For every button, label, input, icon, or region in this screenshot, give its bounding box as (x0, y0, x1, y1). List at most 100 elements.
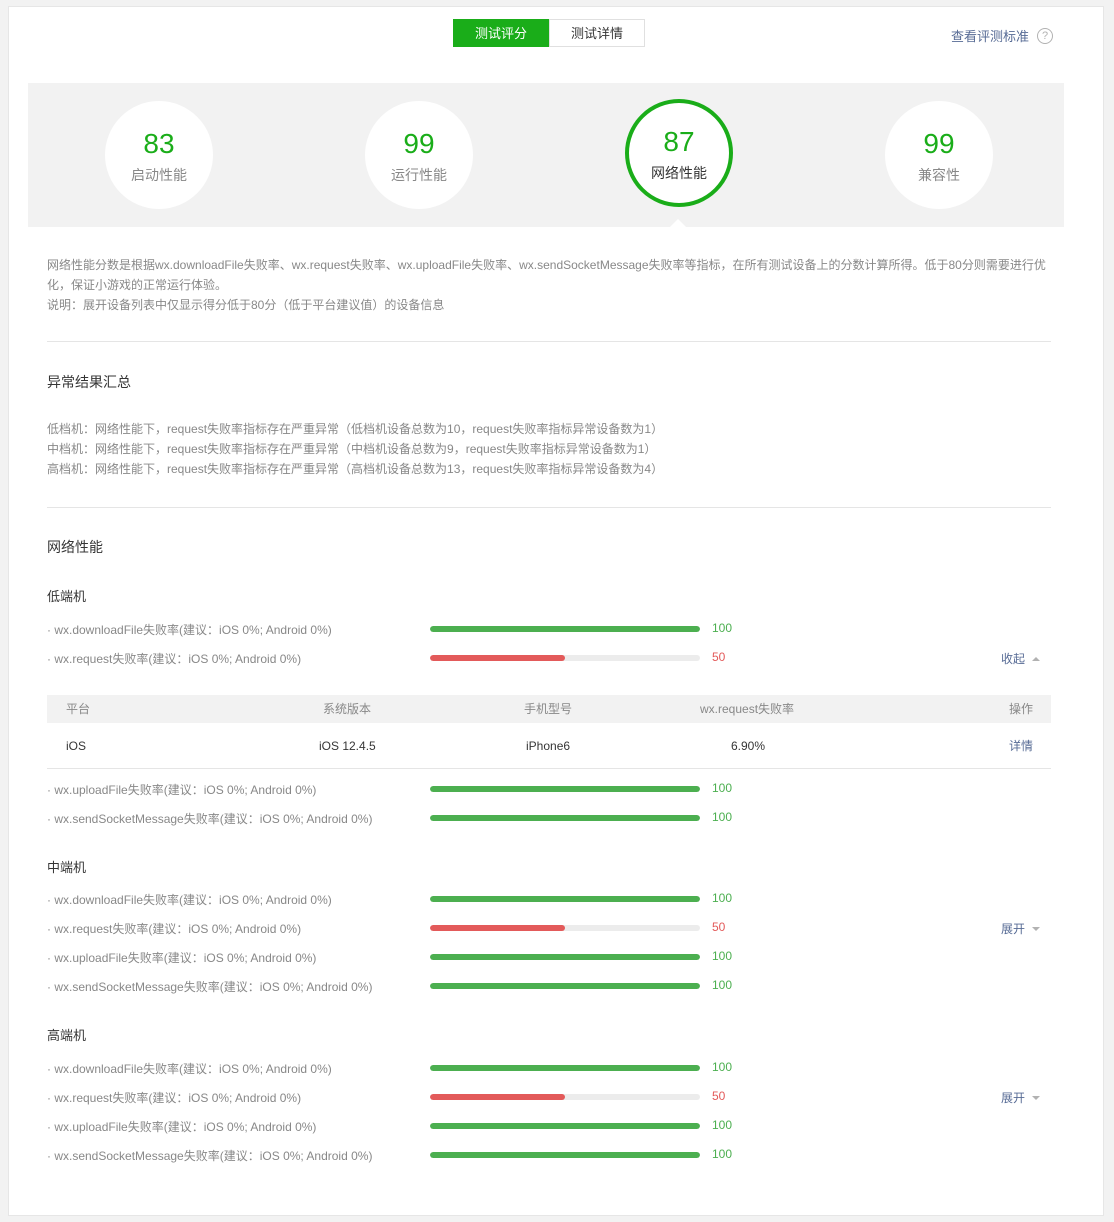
table-row: iOS iOS 12.4.5 iPhone6 6.90% 详情 (47, 723, 1051, 769)
th-request-failure: wx.request失败率 (700, 702, 795, 716)
summary-line-high: 高档机：网络性能下，request失败率指标存在严重异常（高档机设备总数为13，… (47, 462, 664, 476)
active-score-pointer (670, 219, 686, 227)
metric-bar-fill (430, 1094, 565, 1100)
expand-toggle-mid[interactable]: 展开 (1001, 920, 1041, 937)
score-label: 兼容性 (918, 167, 960, 183)
divider (47, 507, 1051, 508)
metric-bar (430, 1123, 700, 1129)
metric-name: · wx.uploadFile失败率(建议：iOS 0%; Android 0%… (47, 951, 317, 965)
th-phone-model: 手机型号 (524, 702, 573, 716)
metric-row: · wx.request失败率(建议：iOS 0%; Android 0%) 5… (47, 1089, 1051, 1105)
metric-bar (430, 626, 700, 632)
metric-bar (430, 815, 700, 821)
summary-line-mid: 中档机：网络性能下，request失败率指标存在严重异常（中档机设备总数为9，r… (47, 442, 657, 456)
metric-bar (430, 954, 700, 960)
metric-bar (430, 1094, 700, 1100)
metric-bar (430, 786, 700, 792)
tier-mid-title: 中端机 (47, 860, 87, 875)
metric-name: · wx.downloadFile失败率(建议：iOS 0%; Android … (47, 1062, 332, 1076)
caret-up-icon (1032, 656, 1041, 661)
metric-row: · wx.downloadFile失败率(建议：iOS 0%; Android … (47, 621, 1051, 637)
th-action: 操作 (1009, 702, 1034, 716)
metric-row: · wx.sendSocketMessage失败率(建议：iOS 0%; And… (47, 1147, 1051, 1163)
details-link[interactable]: 详情 (1009, 723, 1033, 769)
tier-high-title: 高端机 (47, 1028, 87, 1043)
metric-bar-fill (430, 925, 565, 931)
metric-value: 100 (712, 621, 733, 635)
metric-name: · wx.sendSocketMessage失败率(建议：iOS 0%; And… (47, 812, 373, 826)
metric-row: · wx.sendSocketMessage失败率(建议：iOS 0%; And… (47, 978, 1051, 994)
cell-os-version: iOS 12.4.5 (319, 739, 376, 753)
score-label: 网络性能 (651, 165, 707, 181)
metric-bar (430, 925, 700, 931)
metric-value: 50 (712, 920, 726, 934)
metric-name: · wx.request失败率(建议：iOS 0%; Android 0%) (47, 1091, 302, 1105)
metric-bar-fill (430, 1152, 700, 1158)
metric-row: · wx.uploadFile失败率(建议：iOS 0%; Android 0%… (47, 1118, 1051, 1134)
metric-value: 100 (712, 891, 733, 905)
metric-row: · wx.sendSocketMessage失败率(建议：iOS 0%; And… (47, 810, 1051, 826)
metric-value: 50 (712, 650, 726, 664)
metric-value: 100 (712, 1147, 733, 1161)
divider (47, 341, 1051, 342)
cell-phone-model: iPhone6 (526, 739, 571, 753)
metric-row: · wx.request失败率(建议：iOS 0%; Android 0%) 5… (47, 920, 1051, 936)
summary-list: 低档机：网络性能下，request失败率指标存在严重异常（低档机设备总数为10，… (47, 419, 663, 479)
metric-bar-fill (430, 896, 700, 902)
table-header: 平台 系统版本 手机型号 wx.request失败率 操作 (47, 695, 1051, 723)
metric-value: 100 (712, 949, 733, 963)
toggle-label: 展开 (1001, 922, 1026, 936)
description-note: 说明：展开设备列表中仅显示得分低于80分（低于平台建议值）的设备信息 (47, 298, 445, 312)
metric-row: · wx.downloadFile失败率(建议：iOS 0%; Android … (47, 1060, 1051, 1076)
metric-name: · wx.uploadFile失败率(建议：iOS 0%; Android 0%… (47, 783, 317, 797)
metric-value: 50 (712, 1089, 726, 1103)
score-runtime[interactable]: 99 运行性能 (365, 101, 473, 209)
help-icon[interactable]: ? (1037, 27, 1054, 44)
metric-bar-fill (430, 1065, 700, 1071)
metric-bar-fill (430, 815, 700, 821)
description-text: 网络性能分数是根据wx.downloadFile失败率、wx.request失败… (47, 258, 1046, 292)
metric-bar (430, 1152, 700, 1158)
metric-bar-fill (430, 1123, 700, 1129)
collapse-toggle-low[interactable]: 收起 (1001, 650, 1041, 667)
tab-score[interactable]: 测试评分 (453, 19, 549, 47)
tab-bar: 测试评分 测试详情 (453, 19, 645, 47)
metric-bar (430, 896, 700, 902)
cell-request-failure: 6.90% (731, 739, 766, 753)
metric-name: · wx.downloadFile失败率(建议：iOS 0%; Android … (47, 623, 332, 637)
metric-value: 100 (712, 1060, 733, 1074)
metric-row: · wx.uploadFile失败率(建议：iOS 0%; Android 0%… (47, 781, 1051, 797)
caret-down-icon (1032, 926, 1041, 931)
score-value: 83 (143, 128, 175, 159)
metric-name: · wx.downloadFile失败率(建议：iOS 0%; Android … (47, 893, 332, 907)
cell-platform: iOS (66, 739, 87, 753)
th-platform: 平台 (66, 702, 91, 716)
caret-down-icon (1032, 1095, 1041, 1100)
metric-value: 100 (712, 1118, 733, 1132)
device-table: 平台 系统版本 手机型号 wx.request失败率 操作 iOS iOS 12… (47, 695, 1051, 769)
score-label: 启动性能 (131, 167, 187, 183)
metric-bar-fill (430, 786, 700, 792)
metric-value: 100 (712, 978, 733, 992)
network-score-description: 网络性能分数是根据wx.downloadFile失败率、wx.request失败… (47, 255, 1057, 315)
metric-row: · wx.request失败率(建议：iOS 0%; Android 0%) 5… (47, 650, 1051, 666)
evaluation-standard-link[interactable]: 查看评测标准 ? (951, 26, 1054, 45)
metric-bar-fill (430, 983, 700, 989)
evaluation-standard-label: 查看评测标准 (951, 29, 1030, 44)
metric-bar-fill (430, 655, 565, 661)
summary-title: 异常结果汇总 (47, 374, 131, 390)
metric-bar-fill (430, 954, 700, 960)
score-value: 99 (403, 128, 435, 159)
metric-name: · wx.uploadFile失败率(建议：iOS 0%; Android 0%… (47, 1120, 317, 1134)
score-network[interactable]: 87 网络性能 (625, 99, 733, 207)
metric-row: · wx.downloadFile失败率(建议：iOS 0%; Android … (47, 891, 1051, 907)
metric-bar-fill (430, 626, 700, 632)
metric-name: · wx.sendSocketMessage失败率(建议：iOS 0%; And… (47, 1149, 373, 1163)
tab-details[interactable]: 测试详情 (549, 19, 645, 47)
expand-toggle-high[interactable]: 展开 (1001, 1089, 1041, 1106)
score-compatibility[interactable]: 99 兼容性 (885, 101, 993, 209)
score-startup[interactable]: 83 启动性能 (105, 101, 213, 209)
metric-value: 100 (712, 810, 733, 824)
metric-value: 100 (712, 781, 733, 795)
metric-bar (430, 1065, 700, 1071)
